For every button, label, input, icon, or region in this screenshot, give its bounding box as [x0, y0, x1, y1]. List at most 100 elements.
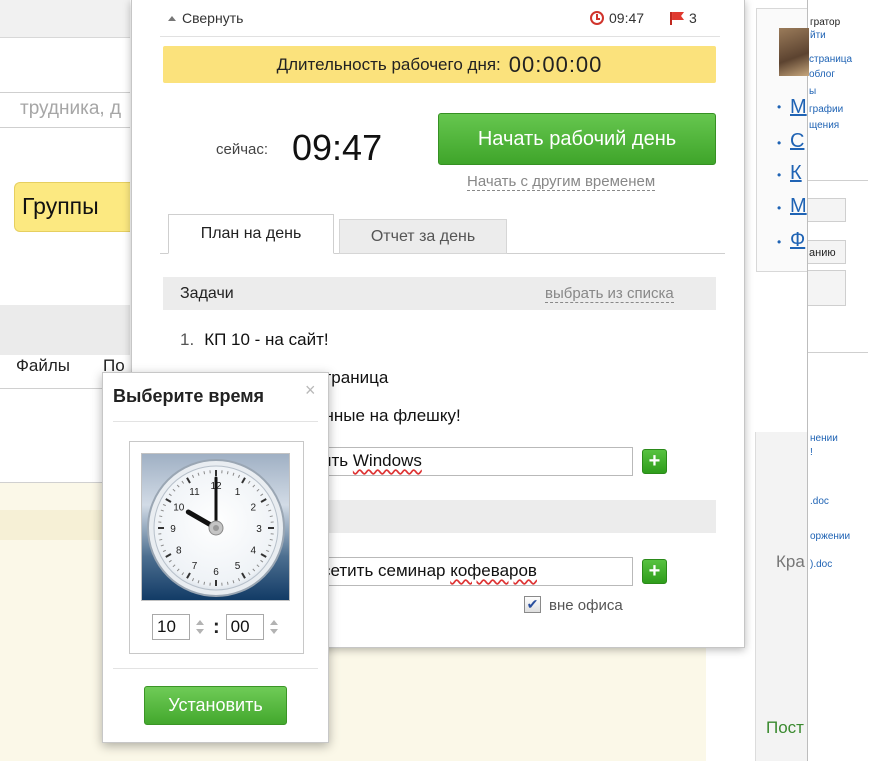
clock-number: 9 — [170, 524, 176, 535]
bullet-icon: • — [777, 201, 782, 215]
sidebar-link-1[interactable]: М — [790, 96, 807, 119]
right-button[interactable] — [808, 270, 846, 306]
add-event-button[interactable]: + — [642, 559, 667, 584]
spinner-down-icon[interactable] — [196, 629, 204, 634]
user-menu-item[interactable]: ы — [809, 86, 816, 97]
file-link[interactable]: оржении — [810, 531, 850, 542]
task-item[interactable]: анные на флешку! — [315, 406, 461, 426]
clock-number: 8 — [176, 546, 182, 557]
time-picker-title: Выберите время — [113, 386, 265, 406]
duration-value: 00:00:00 — [508, 51, 603, 77]
logout-link[interactable]: йти — [810, 30, 826, 41]
right-button[interactable] — [808, 198, 846, 222]
collapse-label: Свернуть — [182, 10, 244, 26]
sidebar-link-3[interactable]: К — [790, 162, 802, 185]
file-link[interactable]: ).doc — [810, 559, 832, 570]
clock-tick — [203, 471, 206, 475]
task-item[interactable]: 1. КП 10 - на сайт! — [180, 330, 329, 350]
flag-icon[interactable] — [670, 12, 684, 25]
clock-number: 2 — [250, 503, 256, 514]
time-separator: : — [213, 615, 220, 638]
user-menu-item[interactable]: графии — [809, 104, 843, 115]
right-button-label: анию — [809, 247, 836, 259]
collapse-button[interactable]: Свернуть — [168, 10, 243, 26]
start-with-other-time-link[interactable]: Начать с другим временем — [467, 174, 656, 191]
time-picker-divider — [113, 668, 318, 669]
new-task-text-misspelled: Windows — [352, 451, 422, 470]
groups-button-label: Группы — [22, 193, 99, 219]
spinner-down-icon[interactable] — [269, 629, 278, 634]
task-text: КП 10 - на сайт! — [204, 330, 329, 349]
avatar[interactable] — [779, 28, 809, 76]
clock-center-dot — [213, 525, 219, 531]
bullet-icon: • — [777, 235, 782, 249]
clock-number: 6 — [213, 567, 219, 578]
pick-from-list-link[interactable]: выбрать из списка — [545, 286, 674, 303]
minutes-input[interactable] — [225, 614, 264, 640]
time-inputs: : — [152, 614, 281, 640]
clock-tick — [226, 581, 229, 585]
minutes-spinner[interactable] — [267, 618, 281, 636]
file-link[interactable]: ! — [810, 447, 813, 458]
sidebar-link-5[interactable]: Ф — [790, 229, 805, 252]
header-divider — [160, 36, 720, 37]
clock-number: 5 — [235, 561, 241, 572]
out-of-office-checkbox[interactable]: ✔ — [524, 596, 541, 613]
hours-spinner[interactable] — [193, 618, 207, 636]
duration-label: Длительность рабочего дня: — [276, 54, 501, 74]
chevron-up-icon — [168, 15, 176, 21]
new-task-input[interactable]: ить Windows — [315, 447, 633, 476]
right-separator — [808, 180, 868, 181]
clock-number: 7 — [192, 561, 198, 572]
start-workday-button[interactable]: Начать рабочий день — [438, 113, 716, 165]
clock-tick — [269, 515, 273, 518]
workday-duration-bar: Длительность рабочего дня: 00:00:00 — [163, 46, 716, 83]
clock-tick — [269, 538, 273, 541]
set-time-button[interactable]: Установить — [144, 686, 287, 725]
add-task-button[interactable]: + — [642, 449, 667, 474]
current-time-indicator: 09:47 — [609, 10, 645, 26]
nav-files-link[interactable]: Файлы — [16, 356, 70, 376]
now-label: сейчас: — [216, 141, 269, 158]
plus-icon: + — [648, 450, 661, 472]
new-event-text-misspelled: кофеваров — [450, 561, 537, 580]
analog-clock[interactable]: 121234567891011 — [146, 458, 286, 598]
close-icon[interactable]: × — [305, 380, 316, 401]
time-picker-divider — [113, 421, 318, 422]
background-header-strip — [0, 0, 130, 38]
spinner-up-icon[interactable] — [196, 620, 204, 625]
flag-count[interactable]: 3 — [689, 10, 697, 26]
hours-input[interactable] — [152, 614, 190, 640]
sidebar-link-2[interactable]: С — [790, 130, 804, 153]
clock-number: 3 — [256, 524, 262, 535]
spinner-up-icon[interactable] — [269, 620, 278, 625]
bullet-icon: • — [777, 136, 782, 150]
clock-number: 1 — [235, 487, 241, 498]
user-menu-item[interactable]: страница — [809, 54, 852, 65]
file-link[interactable]: нении — [810, 433, 838, 444]
tab-day-plan[interactable]: План на день — [168, 214, 334, 254]
sidebar-link-4[interactable]: М — [790, 195, 807, 218]
clock-tick — [226, 471, 229, 475]
out-of-office-label: вне офиса — [549, 597, 623, 614]
checkmark-icon: ✔ — [526, 596, 539, 612]
tab-day-report[interactable]: Отчет за день — [339, 219, 507, 254]
clock-number: 11 — [189, 487, 200, 498]
background-search-placeholder: трудника, д — [20, 98, 122, 119]
right-files-panel — [755, 432, 815, 761]
clock-tick — [203, 581, 206, 585]
clock-tick — [159, 515, 163, 518]
user-menu-item[interactable]: облог — [809, 69, 835, 80]
right-post-text[interactable]: Пост — [766, 718, 804, 738]
now-time: 09:47 — [292, 127, 383, 168]
new-event-input[interactable]: сетить семинар кофеваров — [315, 557, 633, 586]
file-link[interactable]: .doc — [810, 496, 829, 507]
user-menu-item[interactable]: щения — [809, 120, 839, 131]
user-role: гратор — [810, 17, 841, 28]
bullet-icon: • — [777, 168, 782, 182]
new-event-text: сетить семинар — [322, 561, 451, 580]
clock-number: 4 — [250, 546, 256, 557]
task-text: анные на флешку! — [315, 406, 461, 425]
clock-icon — [590, 11, 604, 25]
background-band — [0, 305, 130, 355]
